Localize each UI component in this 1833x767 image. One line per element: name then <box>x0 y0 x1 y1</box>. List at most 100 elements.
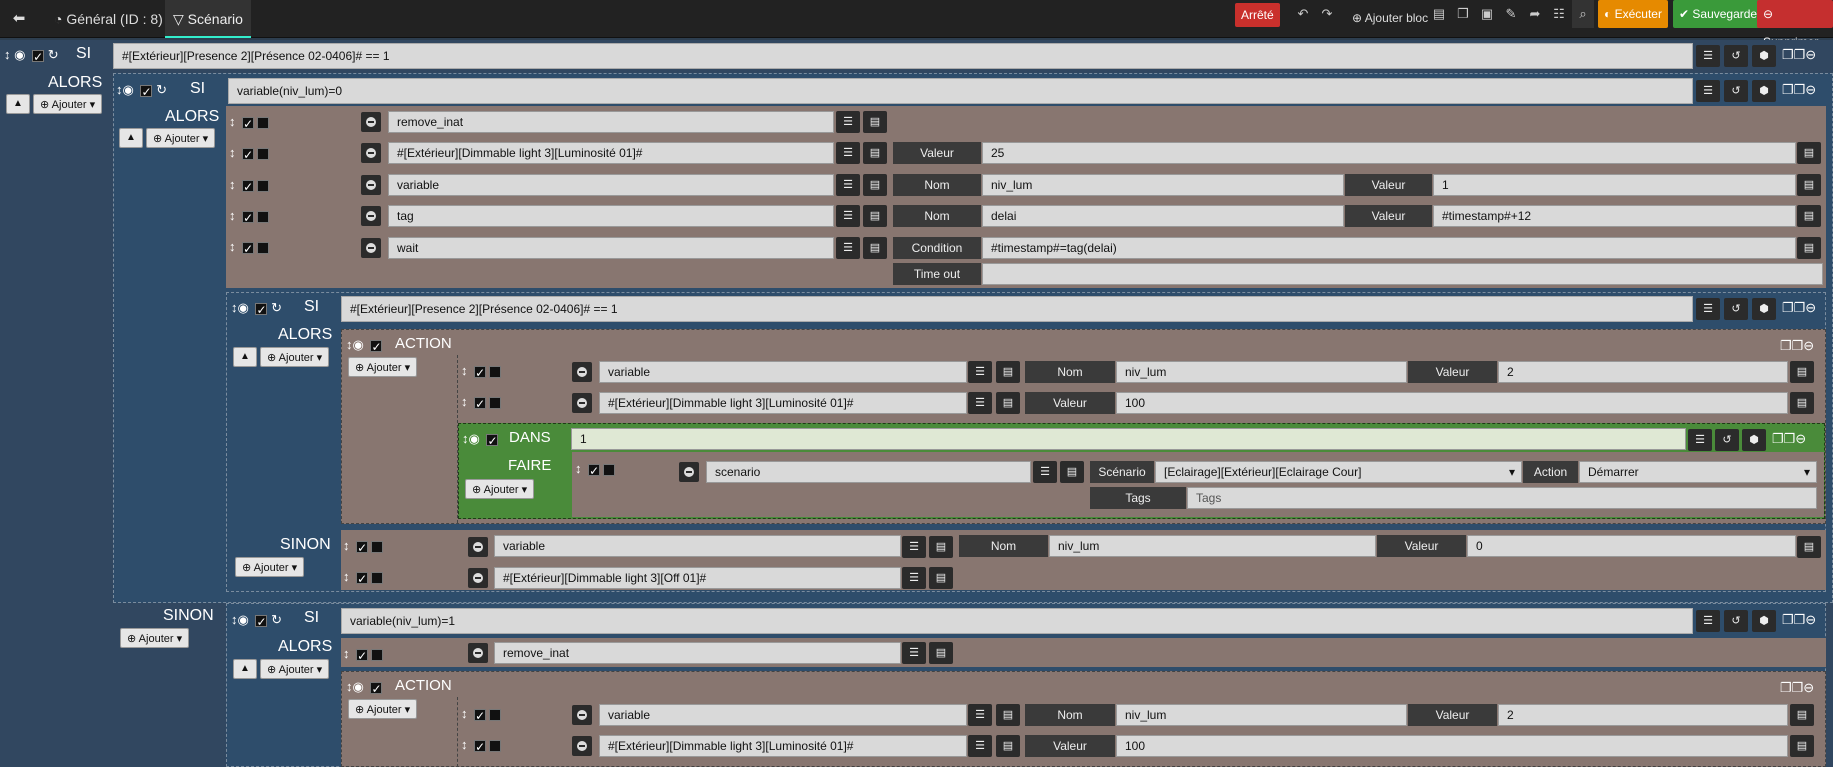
command-input[interactable]: #[Extérieur][Dimmable light 3][Luminosit… <box>599 392 967 414</box>
row-controls[interactable]: ↕ <box>229 176 270 194</box>
copy-paste-remove-icons[interactable]: ❐❐⊖ <box>1782 46 1816 64</box>
command-input[interactable]: #[Extérieur][Dimmable light 3][Luminosit… <box>388 142 834 164</box>
cube-icon[interactable]: ⬢ <box>1742 429 1766 451</box>
delay-input[interactable]: 1 <box>571 428 1686 450</box>
list-icon[interactable]: ☰ <box>1696 80 1720 102</box>
collapse-up-button[interactable]: ▲ <box>6 94 30 114</box>
row-controls[interactable]: ↕ <box>229 238 270 256</box>
sitemap-icon[interactable]: ☷ <box>1550 4 1568 24</box>
row-controls[interactable]: ↕ <box>343 537 384 555</box>
select-icon[interactable]: ▤ <box>1797 205 1821 227</box>
command-input[interactable]: wait <box>388 237 834 259</box>
name-input[interactable]: niv_lum <box>1116 361 1407 383</box>
remove-icon[interactable] <box>361 143 381 163</box>
command-input[interactable]: scenario <box>706 461 1031 483</box>
remove-icon[interactable] <box>468 643 488 663</box>
add-button[interactable]: ⊕ Ajouter ▾ <box>33 94 103 114</box>
condition-textarea[interactable]: #timestamp#=tag(delai) <box>982 237 1796 259</box>
copy-paste-remove-icons[interactable]: ❐❐⊖ <box>1782 611 1816 629</box>
collapse-up-button[interactable]: ▲ <box>119 128 143 148</box>
list-icon[interactable]: ☰ <box>1696 610 1720 632</box>
add-button[interactable]: ⊕ Ajouter ▾ <box>260 659 330 679</box>
value-input[interactable]: 1 <box>1433 174 1796 196</box>
remove-icon[interactable] <box>572 393 592 413</box>
select-icon[interactable]: ▤ <box>863 111 887 133</box>
cube-icon[interactable]: ⬢ <box>1752 80 1776 102</box>
copy-paste-remove-icons[interactable]: ❐❐⊖ <box>1780 679 1814 697</box>
list-icon[interactable]: ☰ <box>1033 461 1057 483</box>
name-input[interactable]: niv_lum <box>1049 535 1376 557</box>
remove-icon[interactable] <box>468 537 488 557</box>
list-icon[interactable]: ☰ <box>1696 298 1720 320</box>
value-input[interactable]: 2 <box>1498 361 1788 383</box>
list-icon[interactable]: ☰ <box>836 111 860 133</box>
command-input[interactable]: remove_inat <box>494 642 901 664</box>
history-icon[interactable]: ↺ <box>1724 610 1748 632</box>
list-icon[interactable]: ☰ <box>902 536 926 558</box>
command-input[interactable]: variable <box>599 704 967 726</box>
command-input[interactable]: tag <box>388 205 834 227</box>
arrow-left-icon[interactable]: ⬅ <box>8 10 30 28</box>
share-icon[interactable]: ➦ <box>1526 4 1544 24</box>
add-button[interactable]: ⊕ Ajouter ▾ <box>348 357 418 377</box>
select-icon[interactable]: ▤ <box>1797 174 1821 196</box>
select-icon[interactable]: ▤ <box>1060 461 1084 483</box>
name-input[interactable]: delai <box>982 205 1344 227</box>
list-icon[interactable]: ☰ <box>836 237 860 259</box>
row-controls[interactable]: ↕ <box>229 113 270 131</box>
select-icon[interactable]: ▤ <box>1797 237 1821 259</box>
block1-controls[interactable]: ↕ ◉ ↻ <box>4 46 59 64</box>
select-icon[interactable]: ▤ <box>1790 704 1814 726</box>
select-icon[interactable]: ▤ <box>863 142 887 164</box>
select-icon[interactable]: ▤ <box>996 704 1020 726</box>
add-block-button[interactable]: ⊕ Ajouter bloc <box>1346 6 1434 30</box>
row-controls[interactable]: ↕ <box>461 362 502 380</box>
redo-icon[interactable]: ↷ <box>1318 4 1336 24</box>
add-button[interactable]: ⊕ Ajouter ▾ <box>120 628 190 648</box>
select-icon[interactable]: ▤ <box>929 536 953 558</box>
select-icon[interactable]: ▤ <box>863 174 887 196</box>
history-icon[interactable]: ↺ <box>1715 429 1739 451</box>
row-controls[interactable]: ↕ <box>343 568 384 586</box>
value-input[interactable]: 0 <box>1467 535 1796 557</box>
row-controls[interactable]: ↕ <box>229 207 270 225</box>
select-icon[interactable]: ▤ <box>996 392 1020 414</box>
command-input[interactable]: variable <box>494 535 901 557</box>
remove-icon[interactable] <box>572 705 592 725</box>
value-input[interactable]: #timestamp#+12 <box>1433 205 1796 227</box>
remove-icon[interactable] <box>468 568 488 588</box>
action-controls[interactable]: ↕◉ <box>346 336 383 354</box>
list-icon[interactable]: ☰ <box>1688 429 1712 451</box>
cube-icon[interactable]: ⬢ <box>1752 45 1776 67</box>
remove-icon[interactable] <box>572 362 592 382</box>
action-controls[interactable]: ↕◉ <box>346 678 383 696</box>
row-controls[interactable]: ↕ <box>229 144 270 162</box>
save-button[interactable]: ✔ Sauvegarder <box>1673 0 1768 28</box>
search-icon[interactable]: ⌕ <box>1572 0 1594 28</box>
tags-input[interactable]: Tags <box>1187 487 1817 509</box>
list-icon[interactable]: ☰ <box>902 567 926 589</box>
image-icon[interactable]: ▣ <box>1478 4 1496 24</box>
history-icon[interactable]: ↺ <box>1724 298 1748 320</box>
select-icon[interactable]: ▤ <box>863 205 887 227</box>
tab-scenario[interactable]: ▽ Scénario <box>165 0 251 38</box>
command-input[interactable]: #[Extérieur][Dimmable light 3][Off 01]# <box>494 567 901 589</box>
delete-button[interactable]: ⊖ Supprimer <box>1757 0 1833 49</box>
select-icon[interactable]: ▤ <box>996 735 1020 757</box>
add-button[interactable]: ⊕ Ajouter ▾ <box>146 128 216 148</box>
list-icon[interactable]: ☰ <box>902 642 926 664</box>
name-input[interactable]: niv_lum <box>982 174 1344 196</box>
value-input[interactable]: 2 <box>1498 704 1788 726</box>
edit-icon[interactable]: ✎ <box>1502 4 1520 24</box>
select-icon[interactable]: ▤ <box>1790 735 1814 757</box>
remove-icon[interactable] <box>361 238 381 258</box>
remove-icon[interactable] <box>361 112 381 132</box>
copy-paste-remove-icons[interactable]: ❐❐⊖ <box>1782 299 1816 317</box>
cube-icon[interactable]: ⬢ <box>1752 610 1776 632</box>
list-icon[interactable]: ☰ <box>836 174 860 196</box>
command-input[interactable]: variable <box>599 361 967 383</box>
row-controls[interactable]: ↕ <box>575 460 616 478</box>
list-icon[interactable]: ☰ <box>1696 45 1720 67</box>
condition-input[interactable]: #[Extérieur][Presence 2][Présence 02-040… <box>113 43 1693 69</box>
copy-paste-remove-icons[interactable]: ❐❐⊖ <box>1772 430 1806 448</box>
